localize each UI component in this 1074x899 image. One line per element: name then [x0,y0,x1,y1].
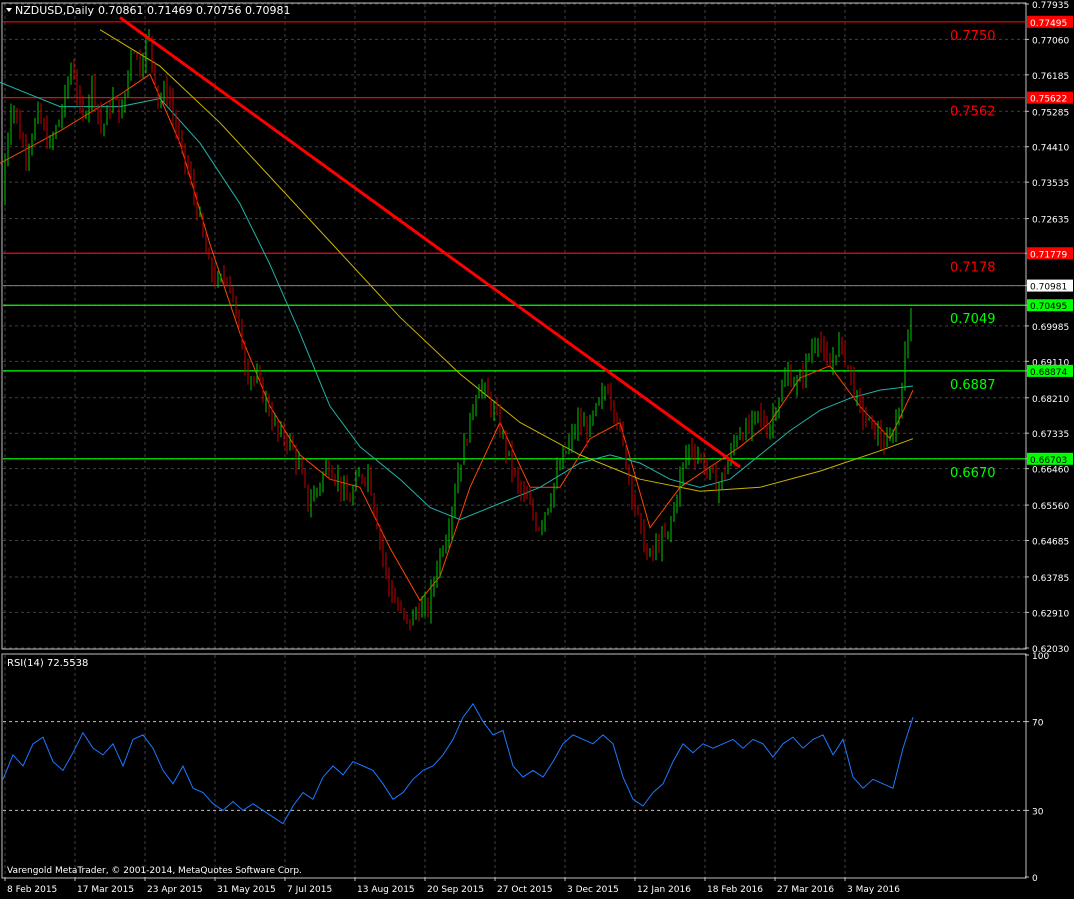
support-level-label: 0.6670 [950,466,996,481]
price-tick-label: 0.77935 [1032,1,1069,11]
support-level-label: 0.6887 [950,378,996,393]
time-tick-label: 7 Jul 2015 [287,885,332,895]
price-tick-label: 0.76185 [1032,72,1069,82]
time-tick-label: 13 Aug 2015 [357,885,415,895]
rsi-tick-label: 30 [1032,807,1044,817]
symbol-label: NZDUSD,Daily [15,4,95,17]
level-axis-tag-label: 0.68874 [1030,368,1067,378]
chart-background [0,0,1074,899]
time-tick-label: 3 May 2016 [847,885,900,895]
price-tick-label: 0.68210 [1032,395,1069,405]
level-axis-tag-label: 0.75622 [1030,95,1067,105]
support-level-label: 0.7049 [950,312,996,327]
price-tick-label: 0.66460 [1032,466,1069,476]
time-tick-label: 20 Sep 2015 [427,885,484,895]
price-tick-label: 0.77060 [1032,36,1069,46]
time-tick-label: 12 Jan 2016 [637,885,691,895]
price-tick-label: 0.72635 [1032,216,1069,226]
price-tick-label: 0.67335 [1032,430,1069,440]
rsi-tick-label: 100 [1032,652,1049,662]
level-axis-tag-label: 0.66703 [1030,456,1067,466]
rsi-tick-label: 0 [1032,874,1038,884]
time-tick-label: 17 Mar 2015 [77,885,134,895]
level-axis-tag-label: 0.71779 [1030,250,1067,260]
copyright-text: Varengold MetaTrader, © 2001-2014, MetaQ… [7,866,302,876]
rsi-title: RSI(14) 72.5538 [7,658,88,669]
rsi-tick-label: 70 [1032,719,1044,729]
price-tick-label: 0.74410 [1032,144,1069,154]
chart-header: NZDUSD,Daily 0.70861 0.71469 0.70756 0.7… [6,4,290,17]
time-tick-label: 27 Oct 2015 [497,885,553,895]
time-tick-label: 27 Mar 2016 [777,885,834,895]
resistance-level-label: 0.7562 [950,105,996,120]
resistance-level-label: 0.7750 [950,29,996,44]
price-tick-label: 0.65560 [1032,502,1069,512]
time-tick-label: 8 Feb 2015 [7,885,57,895]
time-tick-label: 23 Apr 2015 [147,885,203,895]
current-price-label: 0.70981 [1030,283,1067,293]
price-tick-label: 0.69985 [1032,323,1069,333]
level-axis-tag-label: 0.70495 [1030,302,1067,312]
price-tick-label: 0.62910 [1032,609,1069,619]
level-axis-tag-label: 0.77495 [1030,19,1067,29]
price-tick-label: 0.64685 [1032,537,1069,547]
price-tick-label: 0.63785 [1032,574,1069,584]
price-tick-label: 0.75285 [1032,108,1069,118]
ohlc-values: 0.70861 0.71469 0.70756 0.70981 [98,4,290,17]
time-tick-label: 18 Feb 2016 [707,885,763,895]
chart-root: 0.7750 0.7562 0.7178 0.7049 0.6887 0.6670 0.7… [0,0,1074,899]
resistance-level-label: 0.7178 [950,260,996,275]
price-tick-label: 0.73535 [1032,179,1069,189]
time-tick-label: 3 Dec 2015 [567,885,619,895]
time-tick-label: 31 May 2015 [217,885,276,895]
